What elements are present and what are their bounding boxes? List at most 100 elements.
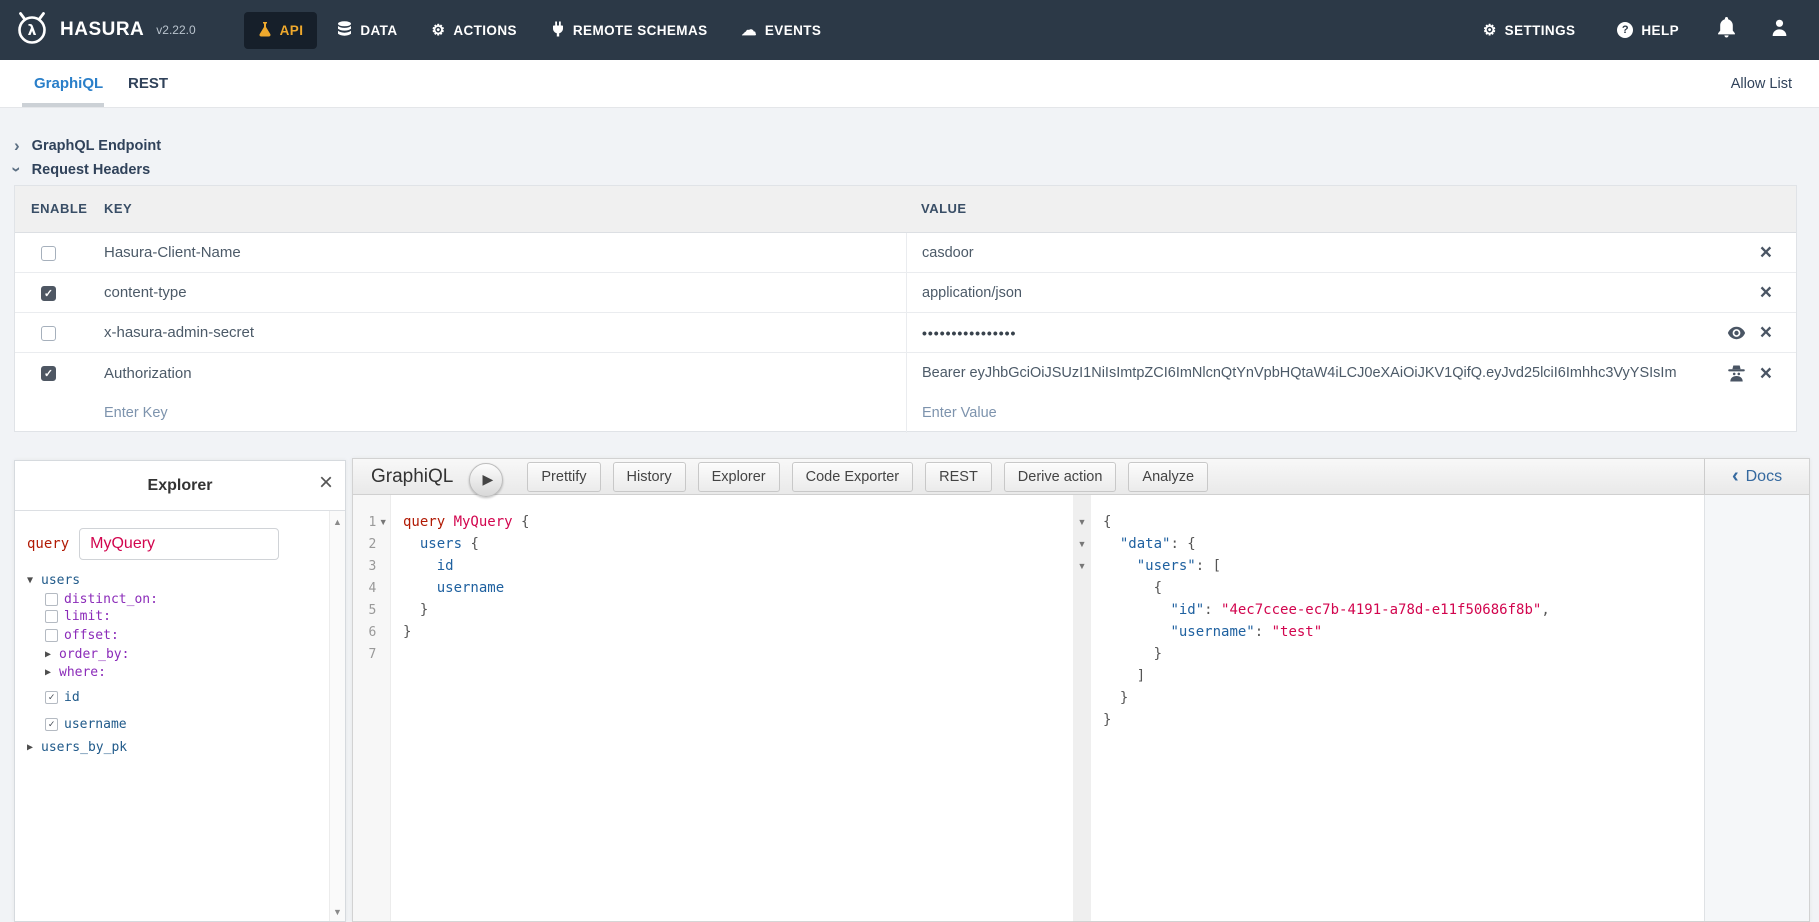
header-key[interactable]: Authorization	[104, 353, 192, 393]
execute-query-button[interactable]: ▶	[469, 463, 503, 497]
tree-checkbox[interactable]	[45, 593, 58, 606]
fold-arrow-icon[interactable]: ▼	[1073, 533, 1091, 555]
fold-arrow-icon	[1073, 687, 1091, 709]
header-enable-checkbox[interactable]	[41, 246, 56, 261]
tree-item-distinct-on-[interactable]: distinct_on:	[45, 592, 321, 607]
rest-button[interactable]: REST	[925, 462, 992, 492]
tree-checkbox[interactable]	[45, 629, 58, 642]
header-row-content-type: ✓ content-type application/json ×	[15, 273, 1796, 313]
collapse-icon[interactable]: ▼	[27, 575, 41, 586]
nav-item-events[interactable]: ☁EVENTS	[728, 14, 836, 47]
nav-item-help[interactable]: ? HELP	[1613, 16, 1683, 44]
explorer-title: Explorer	[148, 477, 213, 495]
close-icon[interactable]: ×	[319, 471, 333, 495]
tab-rest[interactable]: REST	[128, 60, 168, 107]
header-value[interactable]: ••••••••••••••••	[922, 313, 1676, 352]
header-key[interactable]: x-hasura-admin-secret	[104, 313, 254, 352]
user-menu-button[interactable]	[1770, 18, 1789, 42]
request-headers-toggle[interactable]: › Request Headers	[14, 161, 150, 178]
fold-arrow-icon[interactable]: ▼	[376, 517, 390, 527]
explorer-scrollbar[interactable]: ▲ ▼	[329, 511, 345, 921]
code-exporter-button[interactable]: Code Exporter	[792, 462, 914, 492]
close-icon[interactable]: ×	[1760, 322, 1772, 343]
header-key[interactable]: content-type	[104, 273, 187, 312]
derive-action-button[interactable]: Derive action	[1004, 462, 1117, 492]
fold-arrow-icon[interactable]: ▼	[1073, 555, 1091, 577]
scroll-down-icon[interactable]: ▼	[330, 907, 345, 917]
operation-name-input[interactable]	[79, 528, 279, 560]
editor-line-gutter: 1▼234567	[353, 495, 391, 921]
tree-checkbox[interactable]: ✓	[45, 718, 58, 731]
tree-item-label: users	[41, 573, 80, 588]
prettify-button[interactable]: Prettify	[527, 462, 600, 492]
close-icon[interactable]: ×	[1760, 282, 1772, 303]
notifications-button[interactable]	[1717, 17, 1736, 43]
header-row-authorization: ✓ Authorization Bearer eyJhbGciOiJSUzI1NiI…	[15, 353, 1796, 393]
graphiql-toolbar: GraphiQL ▶ PrettifyHistoryExplorerCode E…	[353, 459, 1809, 495]
tree-item-users[interactable]: ▼users	[27, 573, 321, 588]
new-header-value-input[interactable]	[922, 405, 1733, 421]
header-enable-checkbox[interactable]	[41, 326, 56, 341]
tab-graphiql[interactable]: GraphiQL	[34, 60, 103, 107]
tree-item-offset-[interactable]: offset:	[45, 628, 321, 643]
tree-item-id[interactable]: ✓id	[45, 690, 321, 705]
docs-button[interactable]: ‹ Docs	[1704, 459, 1809, 494]
tree-item-order-by-[interactable]: ▶order_by:	[45, 647, 321, 662]
eye-icon[interactable]	[1727, 326, 1746, 340]
nav-item-label: ACTIONS	[453, 23, 517, 38]
column-value: VALUE	[921, 201, 967, 216]
request-headers-label: Request Headers	[32, 162, 150, 178]
header-value[interactable]: casdoor	[922, 233, 1676, 272]
expand-icon[interactable]: ▶	[45, 667, 59, 678]
code-line: users {	[403, 533, 1073, 555]
scroll-up-icon[interactable]: ▲	[330, 517, 345, 527]
api-tabbar: GraphiQL REST Allow List	[0, 60, 1819, 108]
nav-item-settings[interactable]: ⚙ SETTINGS	[1479, 17, 1580, 44]
header-value-cell: Bearer eyJhbGciOiJSUzI1NiIsImtpZCI6ImNlc…	[906, 353, 1796, 393]
new-header-row	[15, 393, 1796, 433]
close-icon[interactable]: ×	[1760, 363, 1772, 384]
nav-item-remote-schemas[interactable]: REMOTE SCHEMAS	[537, 12, 722, 49]
fold-arrow-icon[interactable]: ▼	[1073, 511, 1091, 533]
question-icon: ?	[1617, 22, 1633, 38]
hasura-console: λ HASURA v2.22.0 APIDATA⚙ACTIONSREMOTE S…	[0, 0, 1819, 922]
tree-checkbox[interactable]	[45, 610, 58, 623]
brand[interactable]: λ HASURA v2.22.0	[0, 10, 196, 51]
code-line: "id": "4ec7ccee-ec7b-4191-a78d-e11f50686…	[1103, 599, 1704, 621]
allow-list-link[interactable]: Allow List	[1731, 60, 1792, 107]
fold-arrow-icon	[1073, 709, 1091, 731]
new-header-key-input[interactable]	[104, 405, 847, 421]
user-avatar-icon	[1770, 18, 1789, 42]
graphql-endpoint-label: GraphQL Endpoint	[32, 138, 161, 154]
nav-item-actions[interactable]: ⚙ACTIONS	[417, 14, 530, 47]
settings-label: SETTINGS	[1505, 23, 1576, 38]
code-line: }	[1103, 709, 1704, 731]
expand-icon[interactable]: ▶	[27, 742, 41, 753]
tree-item-where-[interactable]: ▶where:	[45, 665, 321, 680]
line-number: 6	[353, 625, 376, 640]
version-label: v2.22.0	[156, 23, 195, 37]
code-line: query MyQuery {	[403, 511, 1073, 533]
nav-item-api[interactable]: API	[244, 12, 318, 49]
graphql-endpoint-toggle[interactable]: › GraphQL Endpoint	[14, 137, 161, 154]
tree-item-users-by-pk[interactable]: ▶users_by_pk	[27, 740, 321, 755]
tree-checkbox[interactable]: ✓	[45, 691, 58, 704]
expand-icon[interactable]: ▶	[45, 649, 59, 660]
header-key[interactable]: Hasura-Client-Name	[104, 233, 241, 272]
active-tab-underline	[22, 103, 104, 107]
query-editor[interactable]: query MyQuery { users { id username }}	[391, 495, 1073, 921]
tree-item-username[interactable]: ✓username	[45, 717, 321, 732]
header-value[interactable]: Bearer eyJhbGciOiJSUzI1NiIsImtpZCI6ImNlc…	[922, 353, 1676, 393]
analyze-button[interactable]: Analyze	[1128, 462, 1208, 492]
graphiql-explorer-panel: Explorer × query ▼usersdistinct_on:limit…	[14, 460, 346, 922]
explorer-button[interactable]: Explorer	[698, 462, 780, 492]
header-enable-checkbox[interactable]: ✓	[41, 366, 56, 381]
close-icon[interactable]: ×	[1760, 242, 1772, 263]
history-button[interactable]: History	[613, 462, 686, 492]
header-value[interactable]: application/json	[922, 273, 1676, 312]
explorer-field-tree: ▼users distinct_on: limit: offset: ▶order_by…	[27, 573, 321, 755]
tree-item-limit-[interactable]: limit:	[45, 609, 321, 624]
header-enable-checkbox[interactable]: ✓	[41, 286, 56, 301]
jwt-decode-icon[interactable]	[1727, 365, 1746, 382]
nav-item-data[interactable]: DATA	[323, 12, 411, 49]
